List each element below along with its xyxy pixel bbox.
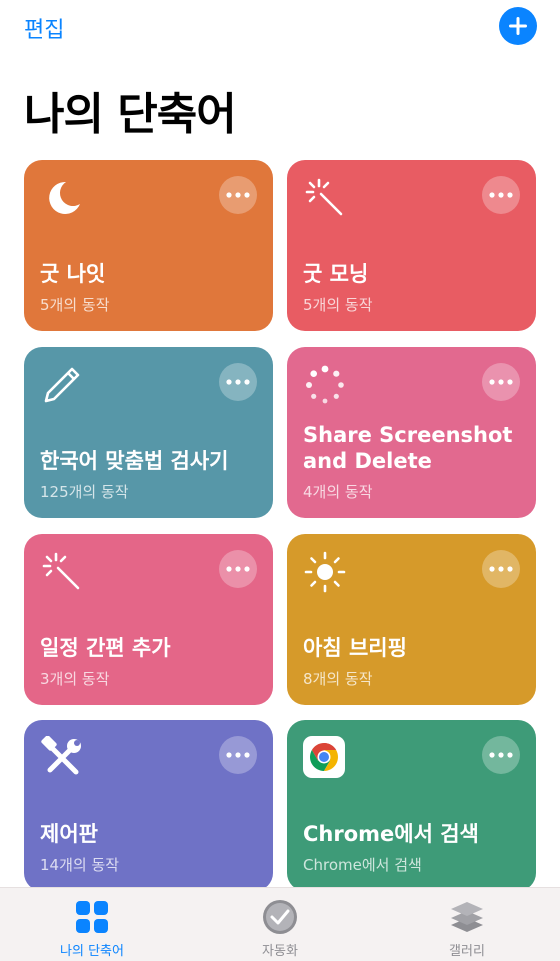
page-title: 나의 단축어 [24,89,237,140]
ellipsis-icon [489,379,513,385]
ellipsis-icon [489,566,513,572]
ellipsis-icon [489,192,513,198]
spinner-icon [306,365,344,404]
grid-icon [76,901,108,933]
shortcut-name: 한국어 맞춤법 검사기 [40,449,229,473]
ellipsis-icon [226,379,250,385]
shortcut-name: 제어판 [40,822,98,846]
shortcut-action-count: 5개의 동작 [303,296,373,314]
chrome-icon [303,736,345,778]
shortcut-action-count: 125개의 동작 [40,483,129,501]
more-button[interactable] [219,363,257,401]
ellipsis-icon [226,566,250,572]
shortcut-action-count: 3개의 동작 [40,670,110,688]
magic-wand-icon [305,178,343,216]
shortcut-card[interactable]: Chrome에서 검색 Chrome에서 검색 [287,720,536,891]
more-button[interactable] [219,736,257,774]
shortcut-name: Share Screenshot and Delete [303,423,513,473]
shortcut-card[interactable]: 굿 나잇 5개의 동작 [24,160,273,331]
shortcut-action-count: Chrome에서 검색 [303,856,422,874]
ellipsis-icon [489,752,513,758]
more-button[interactable] [219,550,257,588]
shortcut-name: 일정 간편 추가 [40,636,171,660]
shortcut-action-count: 8개의 동작 [303,670,373,688]
ellipsis-icon [226,192,250,198]
shortcut-card[interactable]: 일정 간편 추가 3개의 동작 [24,534,273,705]
more-button[interactable] [482,363,520,401]
tab-my-shortcuts[interactable]: 나의 단축어 [32,888,152,961]
shortcut-name: Chrome에서 검색 [303,822,479,846]
tools-icon [41,736,81,775]
more-button[interactable] [219,176,257,214]
more-button[interactable] [482,176,520,214]
shortcut-action-count: 5개의 동작 [40,296,110,314]
magic-wand-icon [42,552,80,590]
shortcut-name: 아침 브리핑 [303,636,407,660]
shortcut-card[interactable]: 굿 모닝 5개의 동작 [287,160,536,331]
tab-bar: 나의 단축어 자동화 갤러리 [0,887,560,961]
shortcut-card[interactable]: 아침 브리핑 8개의 동작 [287,534,536,705]
more-button[interactable] [482,550,520,588]
top-bar: 편집 [0,0,560,60]
add-shortcut-button[interactable] [499,7,537,45]
tab-automation[interactable]: 자동화 [220,888,340,961]
layers-icon [451,902,483,932]
tab-label: 자동화 [262,944,298,959]
tab-gallery[interactable]: 갤러리 [407,888,527,961]
more-button[interactable] [482,736,520,774]
tab-label: 갤러리 [449,944,485,959]
shortcut-name: 굿 모닝 [303,262,369,286]
shortcut-action-count: 14개의 동작 [40,856,120,874]
pencil-icon [44,367,80,403]
shortcut-action-count: 4개의 동작 [303,483,373,501]
shortcut-card[interactable]: 한국어 맞춤법 검사기 125개의 동작 [24,347,273,518]
sun-icon [304,551,346,593]
checkmark-clock-icon [263,900,297,934]
ellipsis-icon [226,752,250,758]
shortcut-card[interactable]: 제어판 14개의 동작 [24,720,273,891]
shortcut-name: 굿 나잇 [40,262,106,286]
edit-button[interactable]: 편집 [24,12,64,44]
shortcut-card[interactable]: Share Screenshot and Delete 4개의 동작 [287,347,536,518]
plus-icon [509,17,527,35]
moon-icon [49,181,80,214]
tab-label: 나의 단축어 [60,944,124,959]
